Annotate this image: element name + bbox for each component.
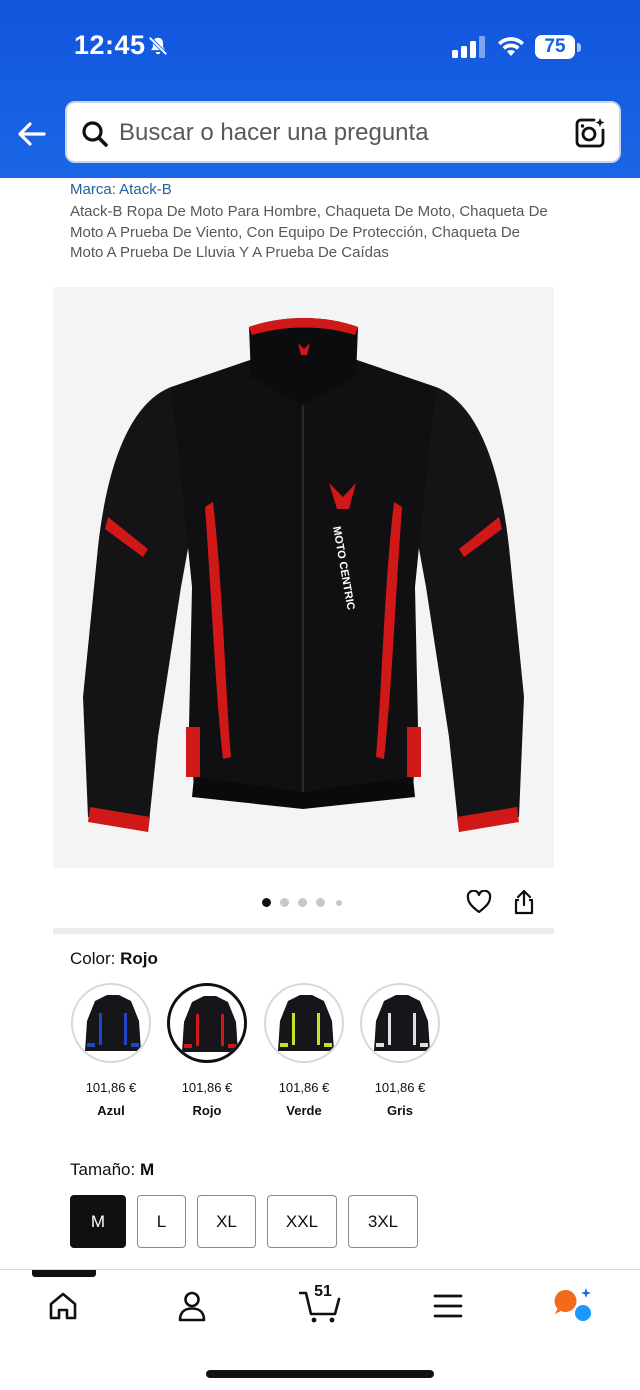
carousel-dot[interactable] — [298, 898, 307, 907]
home-indicator — [206, 1370, 434, 1378]
color-label: Color: Rojo — [70, 949, 158, 968]
selected-color: Rojo — [120, 949, 158, 968]
account-icon[interactable] — [177, 1290, 207, 1322]
home-icon[interactable] — [48, 1291, 78, 1321]
jacket-thumbnail — [182, 996, 238, 1052]
battery-indicator: 75 — [535, 35, 581, 59]
jacket-thumbnail — [278, 995, 334, 1051]
swatch-image — [360, 983, 440, 1063]
battery-level: 75 — [544, 36, 566, 57]
cart-count: 51 — [314, 1283, 332, 1300]
size-option-xl[interactable]: XL — [197, 1195, 256, 1248]
size-option-m[interactable]: M — [70, 1195, 126, 1248]
header: 12:45 75 — [0, 0, 640, 178]
size-option-xxl[interactable]: XXL — [267, 1195, 337, 1248]
carousel-dot[interactable] — [336, 900, 342, 906]
wifi-icon — [498, 37, 524, 56]
jacket-thumbnail — [85, 995, 141, 1051]
menu-icon[interactable] — [433, 1293, 463, 1319]
color-swatch-rojo[interactable]: 101,86 € Rojo — [167, 983, 247, 1118]
brand-link[interactable]: Marca: Atack-B — [70, 181, 172, 198]
search-bar[interactable] — [65, 101, 621, 163]
jacket-image: MOTO CENTRIC — [83, 318, 524, 832]
share-icon[interactable] — [513, 889, 535, 915]
color-swatch-gris[interactable]: 101,86 € Gris — [360, 983, 440, 1118]
product-image[interactable]: MOTO CENTRIC — [53, 287, 554, 868]
product-title: Atack-B Ropa De Moto Para Hombre, Chaque… — [70, 203, 548, 261]
active-tab-indicator — [32, 1270, 96, 1277]
swatch-image — [264, 983, 344, 1063]
cellular-signal-icon — [452, 36, 485, 58]
heart-icon[interactable] — [466, 890, 492, 914]
size-option-l[interactable]: L — [137, 1195, 186, 1248]
carousel-dot[interactable] — [280, 898, 289, 907]
search-icon — [82, 121, 108, 147]
jacket-thumbnail — [374, 995, 430, 1051]
swatch-image — [71, 983, 151, 1063]
carousel-dot[interactable] — [316, 898, 325, 907]
divider — [53, 928, 554, 934]
status-time: 12:45 — [74, 30, 146, 60]
swatch-image — [167, 983, 247, 1063]
back-arrow-icon[interactable] — [14, 116, 50, 152]
size-option-3xl[interactable]: 3XL — [348, 1195, 418, 1248]
rufus-ai-icon[interactable] — [553, 1288, 593, 1324]
search-input[interactable] — [119, 115, 549, 151]
color-swatch-verde[interactable]: 101,86 € Verde — [264, 983, 344, 1118]
size-label: Tamaño: M — [70, 1160, 155, 1179]
camera-lens-icon[interactable] — [573, 116, 607, 150]
selected-size: M — [139, 1160, 155, 1179]
carousel-dot[interactable] — [262, 898, 271, 907]
image-carousel-dots[interactable] — [262, 898, 352, 908]
color-swatch-azul[interactable]: 101,86 € Azul — [71, 983, 151, 1118]
bell-muted-icon — [148, 36, 168, 56]
